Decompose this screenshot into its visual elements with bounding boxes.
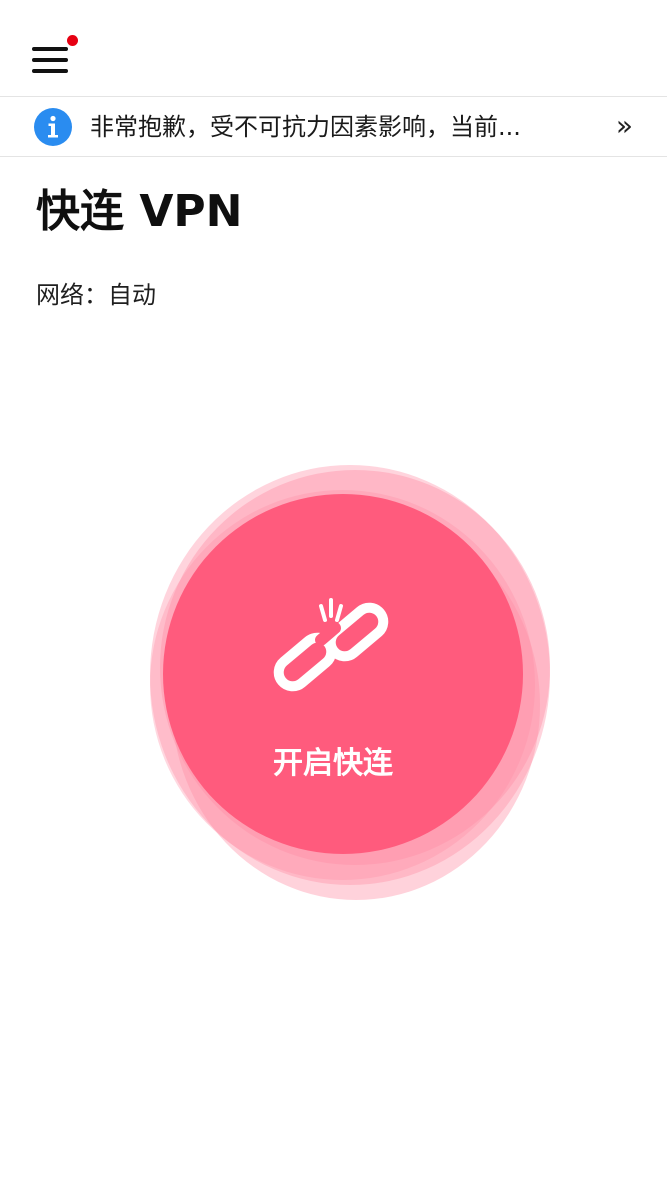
hamburger-menu-icon-bar <box>32 58 68 62</box>
broken-link-icon <box>273 598 389 692</box>
connect-button-label: 开启快连 <box>273 746 393 781</box>
notification-dot <box>67 35 78 46</box>
top-bar <box>0 0 667 96</box>
notice-banner[interactable]: 非常抱歉，受不可抗力因素影响，当前... » <box>0 96 667 157</box>
notice-more-button[interactable]: » <box>616 109 633 143</box>
notice-text: 非常抱歉，受不可抗力因素影响，当前... <box>90 113 521 141</box>
hamburger-menu-icon-bar <box>32 69 68 73</box>
network-mode: 网络：自动 <box>36 281 156 309</box>
page-title: 快连 VPN <box>36 186 243 237</box>
hamburger-menu-icon-bar <box>32 47 68 51</box>
connect-button[interactable]: 开启快连 <box>163 494 523 854</box>
menu-button[interactable] <box>32 44 70 78</box>
info-icon <box>34 108 72 146</box>
